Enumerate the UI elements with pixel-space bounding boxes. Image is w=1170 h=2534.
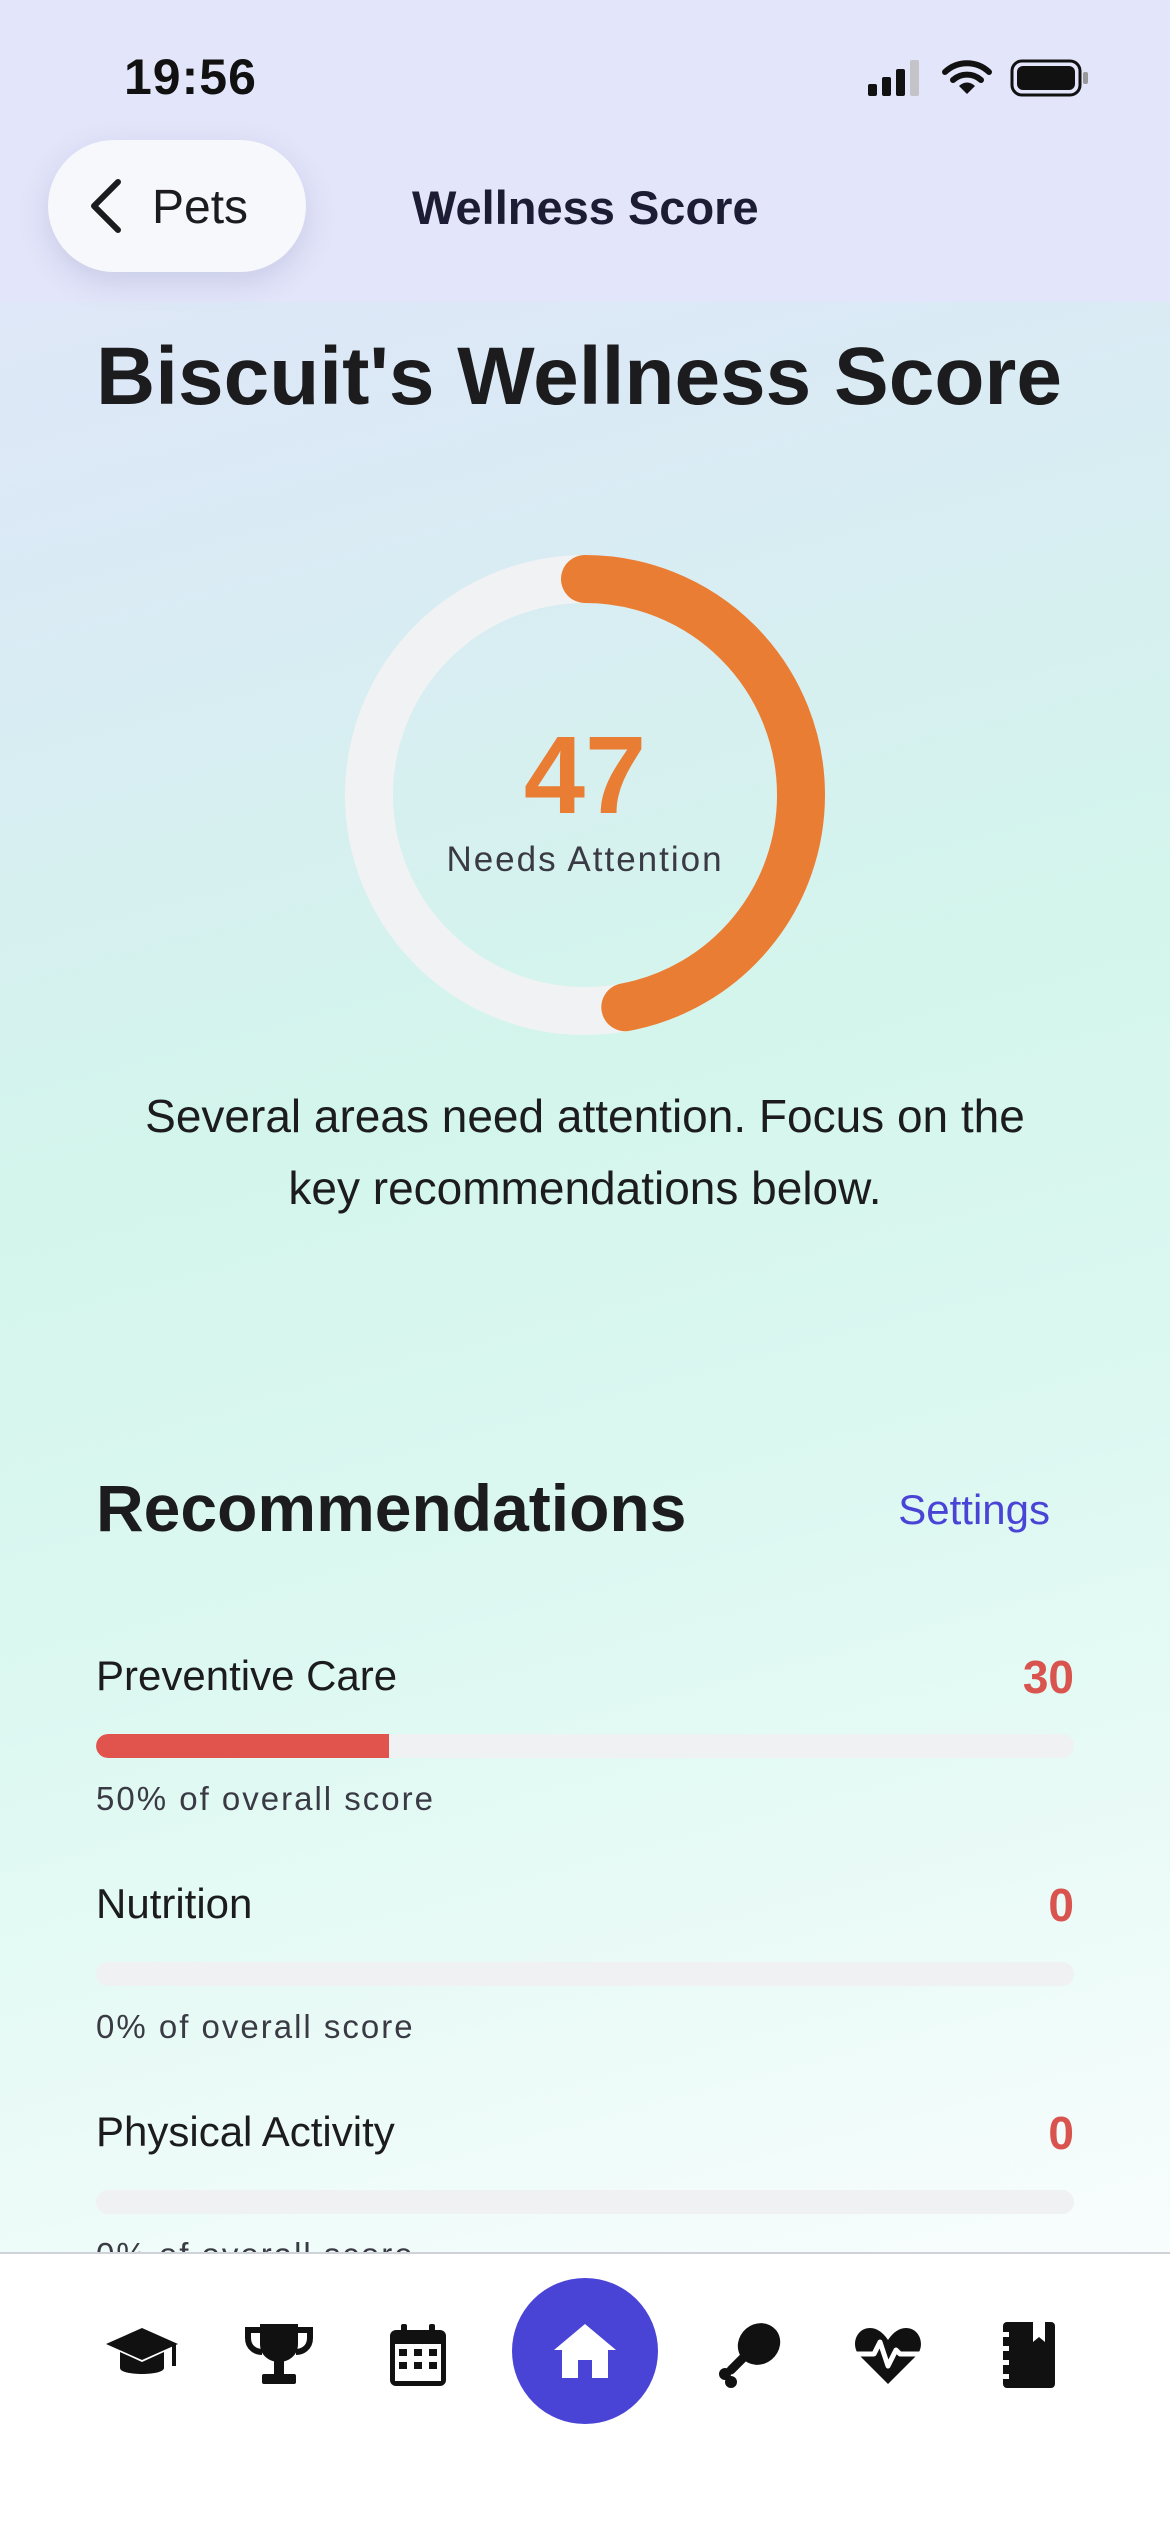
chevron-left-icon	[91, 179, 121, 233]
metric-progress-track	[96, 1734, 1074, 1758]
signal-icon	[868, 60, 919, 96]
tab-calendar[interactable]	[373, 2310, 463, 2400]
metric-progress-track	[96, 1962, 1074, 1986]
tab-food[interactable]	[705, 2310, 795, 2400]
calendar-icon	[390, 2324, 446, 2386]
wifi-icon	[942, 60, 992, 94]
status-time: 19:56	[124, 49, 257, 105]
metric-progress-fill	[96, 1734, 390, 1758]
metric-value: 30	[1022, 1651, 1074, 1703]
metric-weight: 50% of overall score	[96, 1780, 435, 1817]
notebook-icon	[999, 2322, 1055, 2388]
settings-link[interactable]: Settings	[898, 1486, 1050, 1534]
back-button-label: Pets	[152, 181, 249, 234]
nav-title: Wellness Score	[412, 181, 759, 234]
metric-value: 0	[1048, 2107, 1074, 2159]
status-icons	[868, 56, 1090, 100]
metric-weight: 0% of overall score	[96, 2008, 415, 2045]
metric-name: Preventive Care	[96, 1652, 398, 1699]
metric-name: Nutrition	[96, 1880, 253, 1927]
heartbeat-icon	[854, 2328, 922, 2384]
recommendations-title: Recommendations	[96, 1471, 687, 1545]
score-summary: Several areas need attention. Focus on t…	[145, 1090, 1025, 1214]
tab-learn[interactable]	[97, 2310, 187, 2400]
trophy-icon	[245, 2324, 313, 2384]
score-value: 47	[523, 714, 647, 837]
tab-achievements[interactable]	[234, 2310, 324, 2400]
drumstick-icon	[719, 2323, 781, 2388]
score-status: Needs Attention	[446, 840, 724, 879]
home-icon	[554, 2324, 616, 2378]
tab-journal[interactable]	[982, 2310, 1072, 2400]
page-title: Biscuit's Wellness Score	[96, 331, 1062, 422]
battery-icon	[1010, 59, 1088, 97]
back-button[interactable]: Pets	[48, 140, 306, 272]
tab-health[interactable]	[843, 2310, 933, 2400]
metric-value: 0	[1048, 1879, 1074, 1931]
metric-progress-track	[96, 2190, 1074, 2214]
graduation-cap-icon	[106, 2328, 178, 2374]
tab-home[interactable]	[512, 2278, 658, 2424]
metric-name: Physical Activity	[96, 2108, 395, 2155]
